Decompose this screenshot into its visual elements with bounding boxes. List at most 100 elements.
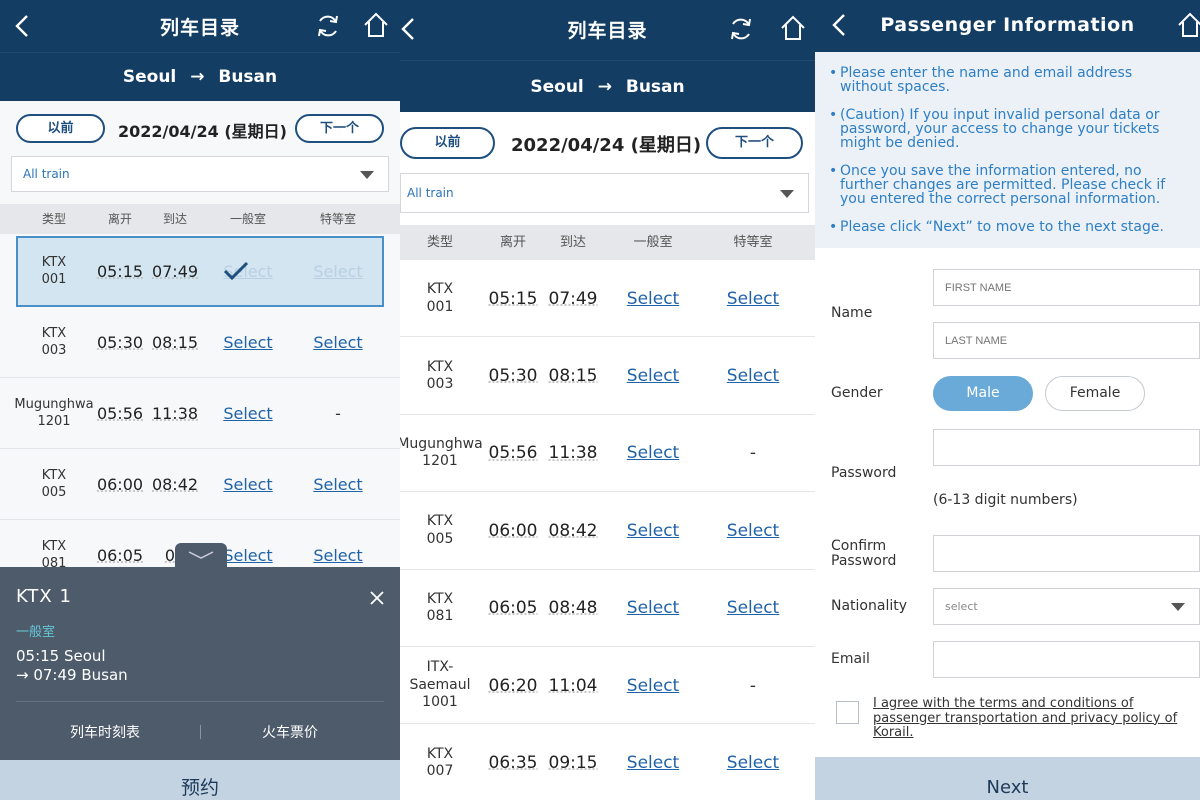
table-row[interactable]: Mugunghwa 1201 05:56 11:38 Select - xyxy=(0,378,400,449)
column-header-type: 类型 xyxy=(426,235,454,250)
column-header-arrive: 到达 xyxy=(559,235,587,250)
special-select-link[interactable]: Select xyxy=(313,546,362,565)
sheet-class: 一般室 xyxy=(16,625,56,640)
nationality-label: Nationality xyxy=(831,598,908,614)
sheet-departure: 05:15 Seoul xyxy=(16,647,106,665)
sheet-handle[interactable] xyxy=(175,543,227,569)
notice-item: Please enter the name and email address … xyxy=(829,66,1186,94)
gender-female-button[interactable]: Female xyxy=(1045,376,1145,411)
departure-time: 06:05 xyxy=(488,598,538,619)
next-day-button[interactable]: 下一个 xyxy=(706,127,803,159)
departure-time: 05:30 xyxy=(488,365,538,386)
arrival-time: 11:38 xyxy=(151,403,199,423)
refresh-icon[interactable] xyxy=(315,13,341,39)
close-icon[interactable] xyxy=(369,590,385,606)
table-row[interactable]: KTX 081 06:05 08:48 Select Select xyxy=(400,570,815,647)
notice-box: Please enter the name and email address … xyxy=(815,52,1200,248)
column-header-depart: 离开 xyxy=(499,235,527,250)
general-select-link[interactable]: Select xyxy=(627,521,679,541)
confirm-password-input[interactable] xyxy=(933,535,1200,572)
password-hint: (6-13 digit numbers) xyxy=(933,492,1078,508)
general-select-link[interactable]: Select xyxy=(627,598,679,618)
nationality-select[interactable]: select xyxy=(933,588,1200,625)
column-header-special: 特等室 xyxy=(319,212,357,226)
confirm-label-line: Confirm xyxy=(831,538,887,554)
train-type-filter[interactable]: All train xyxy=(400,173,809,213)
departure-time: 05:15 xyxy=(488,288,538,309)
date-display: 2022/04/24 (星期日) xyxy=(118,122,287,141)
last-name-input[interactable] xyxy=(933,322,1200,359)
train-type-filter[interactable]: All train xyxy=(11,156,389,192)
prev-day-button[interactable]: 以前 xyxy=(16,114,105,143)
date-navigation: 以前 2022/04/24 (星期日) 下一个 xyxy=(400,112,815,172)
agree-checkbox[interactable] xyxy=(836,701,859,724)
general-select-link[interactable]: Select xyxy=(223,333,272,352)
gender-male-button[interactable]: Male xyxy=(933,376,1033,411)
table-row[interactable]: KTX 001 05:15 07:49 Select Select xyxy=(16,236,384,307)
general-select-link[interactable]: Select xyxy=(223,475,272,494)
table-row[interactable]: KTX 007 06:35 09:15 Select Select xyxy=(400,724,815,800)
column-header-general: 一般室 xyxy=(633,235,673,250)
checkmark-icon xyxy=(223,260,249,286)
confirm-label-line: Password xyxy=(831,553,897,569)
special-select-link[interactable]: Select xyxy=(727,366,779,386)
train-type: KTX 001 xyxy=(41,255,67,287)
reserve-button[interactable]: 预约 xyxy=(0,760,400,800)
special-select-link[interactable]: Select xyxy=(727,753,779,773)
table-row[interactable]: ITX- Saemaul 1001 06:20 11:04 Select - xyxy=(400,647,815,725)
fare-link[interactable]: 火车票价 xyxy=(262,722,318,742)
route-arrow-icon: → xyxy=(597,77,612,97)
next-button[interactable]: Next xyxy=(815,757,1200,800)
unavailable-dash: - xyxy=(335,403,341,423)
table-row[interactable]: Mugunghwa 1201 05:56 11:38 Select - xyxy=(400,415,815,493)
general-select-link[interactable]: Select xyxy=(627,443,679,463)
special-select-link[interactable]: Select xyxy=(727,598,779,618)
nationality-select-value: select xyxy=(945,600,978,613)
arrival-time: 09:15 xyxy=(548,752,598,773)
column-header-general: 一般室 xyxy=(229,212,267,226)
table-row[interactable]: KTX 003 05:30 08:15 Select Select xyxy=(0,307,400,378)
prev-day-button[interactable]: 以前 xyxy=(400,127,495,159)
train-type: Mugunghwa 1201 xyxy=(400,435,483,470)
home-icon[interactable] xyxy=(780,15,806,41)
special-select-link[interactable]: Select xyxy=(313,333,362,352)
general-select-link[interactable]: Select xyxy=(627,753,679,773)
general-select-link[interactable]: Select xyxy=(223,404,272,423)
column-header-type: 类型 xyxy=(41,212,67,226)
route-display: Seoul → Busan xyxy=(400,60,815,112)
sheet-arrival: → 07:49 Busan xyxy=(16,666,128,684)
next-day-button[interactable]: 下一个 xyxy=(295,114,384,143)
route-to: Busan xyxy=(625,77,685,97)
table-row[interactable]: KTX 003 05:30 08:15 Select Select xyxy=(400,337,815,415)
table-row[interactable]: KTX 001 05:15 07:49 Select Select xyxy=(400,260,815,338)
table-row[interactable]: KTX 005 06:00 08:42 Select Select xyxy=(0,449,400,520)
refresh-icon[interactable] xyxy=(728,16,754,42)
general-select-link[interactable]: Select xyxy=(627,366,679,386)
home-icon[interactable] xyxy=(363,12,389,38)
first-name-input[interactable] xyxy=(933,269,1200,306)
home-icon[interactable] xyxy=(1177,12,1200,38)
email-input[interactable] xyxy=(933,641,1200,678)
special-select-link[interactable]: Select xyxy=(313,262,362,281)
general-select-link[interactable]: Select xyxy=(627,289,679,309)
special-select-link[interactable]: Select xyxy=(727,521,779,541)
general-select-link[interactable]: Select xyxy=(627,676,679,696)
train-type: ITX- Saemaul 1001 xyxy=(409,659,471,711)
agree-text[interactable]: I agree with the terms and conditions of… xyxy=(873,696,1200,741)
departure-time: 06:00 xyxy=(96,474,144,494)
notice-item: Please click “Next” to move to the next … xyxy=(829,220,1186,234)
table-row[interactable]: KTX 005 06:00 08:42 Select Select xyxy=(400,492,815,570)
arrival-time: 07:49 xyxy=(151,261,199,281)
train-type: KTX 007 xyxy=(426,745,454,780)
date-navigation: 以前 2022/04/24 (星期日) 下一个 xyxy=(0,101,400,153)
special-select-link[interactable]: Select xyxy=(727,289,779,309)
password-input[interactable] xyxy=(933,429,1200,466)
timetable-link[interactable]: 列车时刻表 xyxy=(70,722,140,742)
departure-time: 05:15 xyxy=(96,261,144,281)
general-select-link[interactable]: Select xyxy=(223,546,272,565)
header-bar: Passenger Information xyxy=(815,0,1200,52)
unavailable-dash: - xyxy=(749,675,757,696)
special-select-link[interactable]: Select xyxy=(313,475,362,494)
departure-time: 05:30 xyxy=(96,332,144,352)
gender-label: Gender xyxy=(831,385,883,401)
